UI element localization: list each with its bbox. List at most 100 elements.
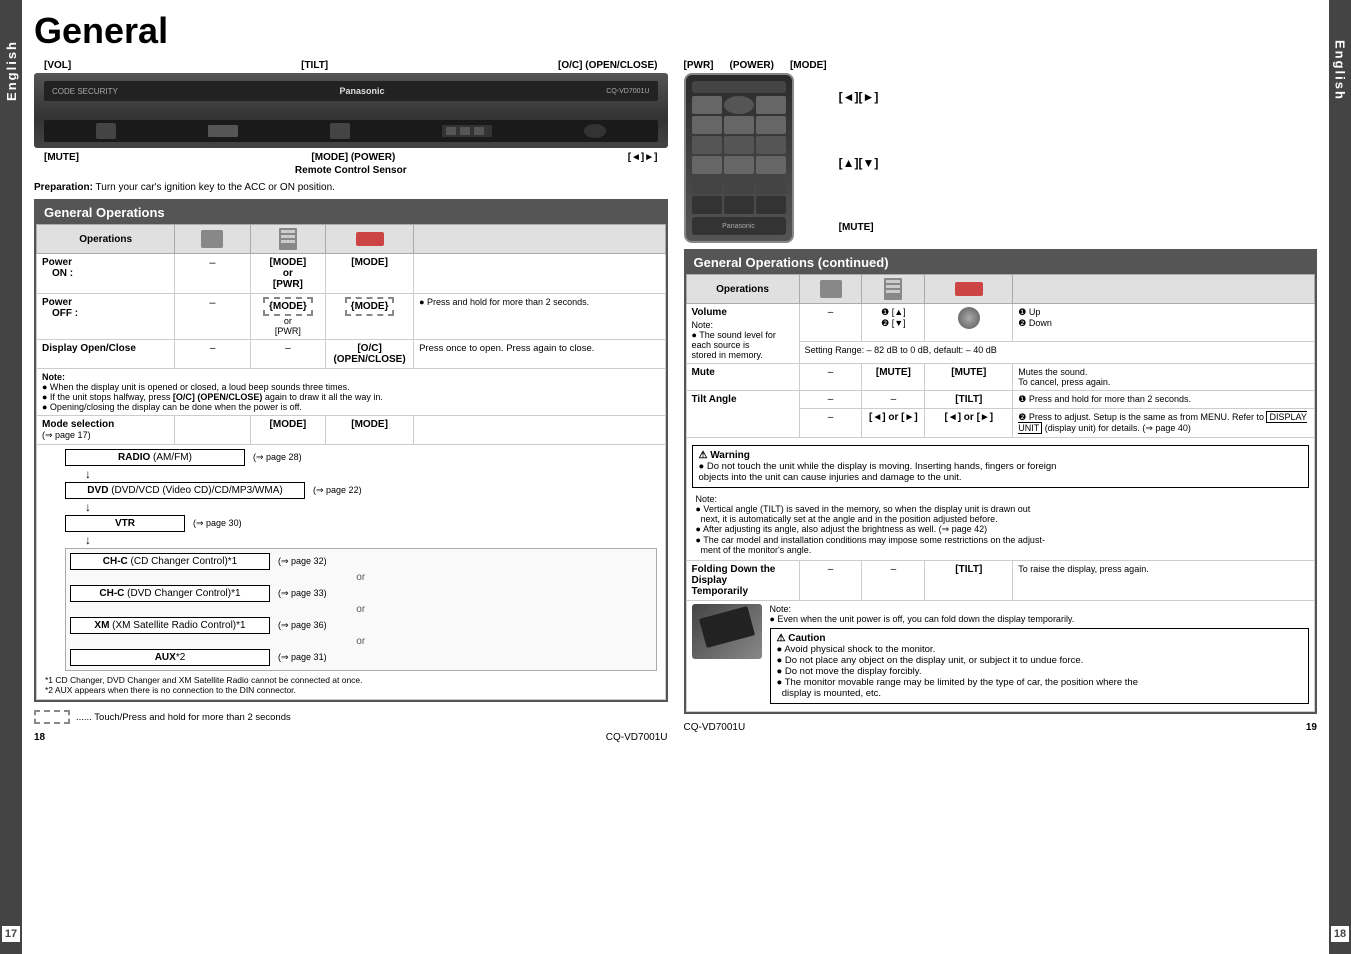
- mute-desc: Mutes the sound.To cancel, press again.: [1013, 364, 1315, 391]
- power-on-col2: [MODE]or[PWR]: [250, 254, 325, 294]
- col-header-operations: Operations: [37, 225, 175, 254]
- tilt-col1: –: [799, 391, 862, 409]
- right-col-icon3: [925, 275, 1013, 304]
- remote-image: Panasonic: [684, 73, 794, 243]
- tilt2-desc: ❷ Press to adjust. Setup is the same as …: [1013, 409, 1315, 438]
- mute-col1: –: [799, 364, 862, 391]
- page-title: General: [34, 10, 1317, 52]
- table-row: Tilt Angle – – [TILT] ❶ Press and hold f…: [686, 391, 1315, 409]
- volume-label: Volume: [692, 307, 794, 318]
- table-row: Power ON : – [MODE]or[PWR] [MODE]: [37, 254, 666, 294]
- power-on-col1: –: [175, 254, 250, 294]
- power-off-col2: {MODE}or[PWR]: [250, 294, 325, 340]
- display-oc-desc: Press once to open. Press again to close…: [414, 340, 665, 369]
- col-header-icon1: [175, 225, 250, 254]
- oc-label: [O/C] (OPEN/CLOSE): [558, 60, 657, 71]
- folding-note: Note: ● Even when the unit power is off,…: [770, 604, 1310, 624]
- footnotes: *1 CD Changer, DVD Changer and XM Satell…: [45, 675, 657, 695]
- mode-sel-label: Mode selection: [42, 419, 169, 430]
- table-row: Display Open/Close – – [O/C](OPEN/CLOSE)…: [37, 340, 666, 369]
- volume-note: Note: ● The sound level foreach source i…: [692, 320, 794, 360]
- tilt-label: [TILT]: [301, 60, 328, 71]
- folding-desc: To raise the display, press again.: [1013, 561, 1315, 601]
- col-header-icon3: [326, 225, 414, 254]
- left-table-title: General Operations: [36, 201, 666, 224]
- volume-col1: –: [799, 304, 862, 342]
- arrows-right-label: [◄][►]: [839, 90, 879, 104]
- folding-caution: ⚠ Caution ● Avoid physical shock to the …: [770, 628, 1310, 704]
- mode-sel-desc: [414, 416, 665, 445]
- table-row: Volume Note: ● The sound level foreach s…: [686, 304, 1315, 342]
- volume-col2: ❶ [▲]❷ [▼]: [862, 304, 925, 342]
- mute-right-label: [MUTE]: [839, 222, 879, 233]
- page-num-right-bottom: 19: [1306, 722, 1317, 733]
- volume-range: Setting Range: – 82 dB to 0 dB, default:…: [799, 341, 1314, 363]
- display-oc-col1: –: [175, 340, 250, 369]
- tilt2-col3: [◄] or [►]: [925, 409, 1013, 438]
- mute-label-cell: Mute: [686, 364, 799, 391]
- table-row: Folding Down theDisplayTemporarily – – […: [686, 561, 1315, 601]
- tilt2-col1: –: [799, 409, 862, 438]
- tilt-warning: ⚠ Warning ● Do not touch the unit while …: [692, 445, 1310, 488]
- arrows-label: [◄]►]: [628, 152, 658, 163]
- mute-col2: [MUTE]: [862, 364, 925, 391]
- mode-sel-col3: [MODE]: [326, 416, 414, 445]
- tilt-desc1: ❶ Press and hold for more than 2 seconds…: [1013, 391, 1315, 409]
- display-oc-col2: –: [250, 340, 325, 369]
- tilt-col2: –: [862, 391, 925, 409]
- left-page-number: 17: [0, 924, 22, 944]
- display-oc-label: Display Open/Close: [37, 340, 175, 369]
- table-row: Mute – [MUTE] [MUTE] Mutes the sound.To …: [686, 364, 1315, 391]
- right-page-number: 18: [1329, 924, 1351, 944]
- vol-label: [VOL]: [44, 60, 71, 71]
- col-header-description: [414, 225, 665, 254]
- power-off-label: Power: [42, 297, 169, 308]
- folding-label-cell: Folding Down theDisplayTemporarily: [686, 561, 799, 601]
- folding-col3: [TILT]: [925, 561, 1013, 601]
- tilt-col3: [TILT]: [925, 391, 1013, 409]
- mode-label-right: [MODE]: [790, 60, 827, 71]
- arrows-updown-label: [▲][▼]: [839, 156, 879, 170]
- left-side-tab: English: [4, 40, 19, 101]
- display-oc-col3: [O/C](OPEN/CLOSE): [326, 340, 414, 369]
- table-row: ⚠ Warning ● Do not touch the unit while …: [686, 438, 1315, 561]
- touch-note: ...... Touch/Press and hold for more tha…: [34, 710, 668, 724]
- power-on-desc: [414, 254, 665, 294]
- right-col-icon1: [799, 275, 862, 304]
- display-note: Note: ● When the display unit is opened …: [42, 372, 660, 412]
- volume-desc: ❶ Up❷ Down: [1013, 304, 1315, 342]
- power-off-col3: {MODE}: [326, 294, 414, 340]
- device-image: CODE SECURITY Panasonic CQ-VD7001U: [34, 73, 668, 148]
- table-row: Note: ● When the display unit is opened …: [37, 369, 666, 416]
- page-num-left-bottom: 18: [34, 732, 45, 743]
- mute-col3: [MUTE]: [925, 364, 1013, 391]
- folding-col1: –: [799, 561, 862, 601]
- preparation-text: Preparation: Turn your car's ignition ke…: [34, 182, 668, 193]
- mode-sel-col2: [MODE]: [250, 416, 325, 445]
- tilt-note: Note: ● Vertical angle (TILT) is saved i…: [692, 492, 1310, 557]
- power-label-right: (POWER): [730, 60, 774, 71]
- table-row: Note: ● Even when the unit power is off,…: [686, 601, 1315, 712]
- power-off-desc: ● Press and hold for more than 2 seconds…: [414, 294, 665, 340]
- col-header-icon2: [250, 225, 325, 254]
- mute-label: [MUTE]: [44, 152, 79, 163]
- pwr-label: [PWR]: [684, 60, 714, 71]
- folding-col2: –: [862, 561, 925, 601]
- mode-flow: RADIO (AM/FM) (⇒ page 28) ↓ DVD (DVD/VCD…: [65, 449, 657, 671]
- table-row: Power OFF : – {MODE}or[PWR] {MODE}: [37, 294, 666, 340]
- right-side-tab: English: [1333, 40, 1348, 101]
- right-col-desc: [1013, 275, 1315, 304]
- volume-col3: [925, 304, 1013, 342]
- mode-power-label: [MODE] (POWER): [311, 152, 395, 163]
- right-col-icon2: [862, 275, 925, 304]
- model-right: CQ-VD7001U: [684, 722, 746, 733]
- tilt-label-cell: Tilt Angle: [686, 391, 799, 438]
- model-left: CQ-VD7001U: [606, 732, 668, 743]
- right-table-title: General Operations (continued): [686, 251, 1316, 274]
- folding-image: [692, 604, 762, 659]
- power-on-label: Power: [42, 257, 169, 268]
- table-row: RADIO (AM/FM) (⇒ page 28) ↓ DVD (DVD/VCD…: [37, 445, 666, 700]
- remote-sensor-label: Remote Control Sensor: [295, 165, 407, 176]
- power-on-col3: [MODE]: [326, 254, 414, 294]
- table-row: Mode selection (⇒ page 17) [MODE] [MODE]: [37, 416, 666, 445]
